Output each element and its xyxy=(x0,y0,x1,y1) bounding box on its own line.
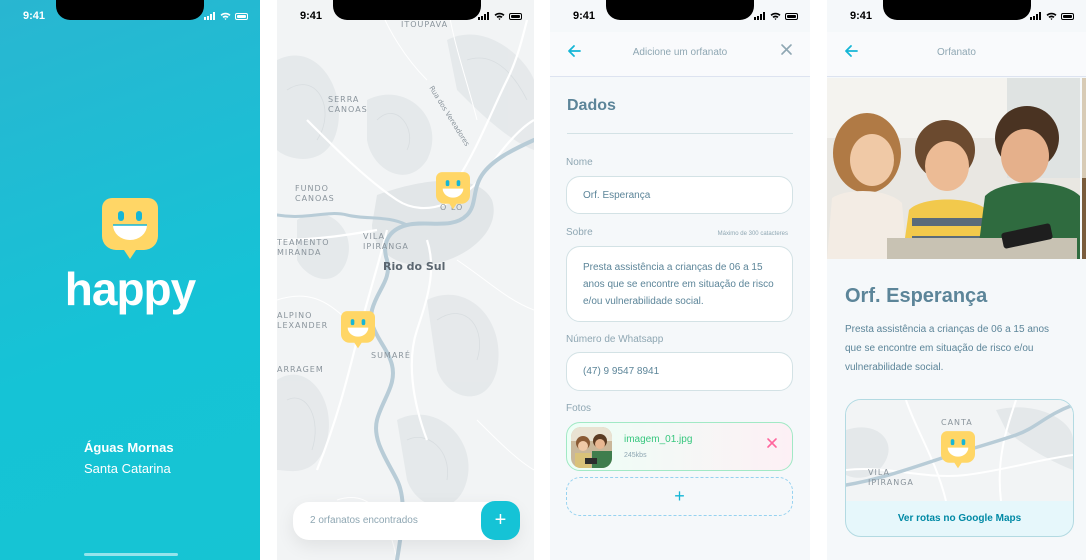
location-map-card[interactable]: CANTA VILA IPIRANGA Ver rotas no Google … xyxy=(845,399,1074,537)
page-title: Orfanato xyxy=(937,47,976,58)
google-maps-routes-link[interactable]: Ver rotas no Google Maps xyxy=(846,501,1073,536)
header: Adicione um orfanato xyxy=(550,32,810,77)
photos-label: Fotos xyxy=(566,403,592,414)
map-label-fundo-canoas: FUNDO CANOAS xyxy=(295,184,335,203)
whatsapp-field[interactable]: (47) 9 9547 8941 xyxy=(566,352,793,391)
status-time: 9:41 xyxy=(573,10,596,22)
status-icons xyxy=(478,12,522,20)
map-label-alexander: ALPINO LEXANDER xyxy=(277,311,329,330)
name-value: Orf. Esperança xyxy=(583,190,651,201)
signal-icon xyxy=(478,12,489,20)
photo-filesize: 245kbs xyxy=(624,452,647,459)
photo-item: imagem_01.jpg 245kbs xyxy=(566,422,793,471)
device-notch xyxy=(56,0,204,20)
header: Orfanato xyxy=(827,32,1086,77)
name-field[interactable]: Orf. Esperança xyxy=(566,176,793,214)
status-time: 9:41 xyxy=(23,10,46,22)
status-time: 9:41 xyxy=(300,10,323,22)
map-label-loteamento-miranda: TEAMENTO MIRANDA xyxy=(277,238,330,257)
map-label-barragem: ARRAGEM xyxy=(277,365,324,374)
wifi-icon xyxy=(1046,12,1057,20)
map-label-rio-do-sul: Rio do Sul xyxy=(383,260,446,273)
signal-icon xyxy=(204,12,215,20)
happy-logo-icon xyxy=(102,198,158,259)
name-label: Nome xyxy=(566,157,593,168)
map-label-sumare: SUMARÉ xyxy=(371,351,411,360)
section-title: Dados xyxy=(567,97,616,114)
status-icons xyxy=(1030,12,1074,20)
photo-thumbnail xyxy=(571,427,612,468)
close-icon[interactable] xyxy=(780,43,793,56)
map-screen: ITOUPAVA Rua dos Vereadores SERRA CANOAS… xyxy=(277,0,534,560)
about-field[interactable]: Presta assistência a crianças de 06 a 15… xyxy=(566,246,793,322)
status-icons xyxy=(204,12,248,20)
mini-map-label-vila-ipiranga: VILA IPIRANGA xyxy=(868,468,914,487)
about-char-hint: Máximo de 300 catacteres xyxy=(717,231,788,237)
status-bar: 9:41 xyxy=(0,0,260,32)
orphanage-photo[interactable] xyxy=(827,78,1080,259)
battery-icon xyxy=(785,12,798,20)
wifi-icon xyxy=(220,12,231,20)
device-notch xyxy=(333,0,481,20)
photo-filename: imagem_01.jpg xyxy=(624,434,693,445)
splash-screen: 9:41 happy Águas Mornas Santa Catarina xyxy=(0,0,260,560)
orphanage-pin-icon[interactable] xyxy=(436,172,470,210)
orphanage-pin-icon xyxy=(941,431,975,469)
orphanage-count-text: 2 orfanatos encontrados xyxy=(310,515,418,526)
city-name: Águas Mornas xyxy=(84,440,174,455)
device-notch xyxy=(606,0,754,20)
add-photo-button[interactable]: + xyxy=(566,477,793,516)
status-bar: 9:41 xyxy=(827,0,1086,32)
add-orphanage-screen: 9:41 Adicione um orfanato Dados Nome Orf… xyxy=(550,0,810,560)
map-label-vila-ipiranga: VILA IPIRANGA xyxy=(363,232,409,251)
whatsapp-value: (47) 9 9547 8941 xyxy=(583,366,660,377)
home-indicator xyxy=(84,553,178,556)
mini-map-label-canta: CANTA xyxy=(941,418,973,427)
orphanage-pin-icon[interactable] xyxy=(341,311,375,349)
device-notch xyxy=(883,0,1031,20)
wifi-icon xyxy=(770,12,781,20)
page-title: Adicione um orfanato xyxy=(632,47,728,58)
section-divider xyxy=(567,133,793,134)
battery-icon xyxy=(509,12,522,20)
status-bar: 9:41 xyxy=(550,0,810,32)
wifi-icon xyxy=(494,12,505,20)
state-name: Santa Catarina xyxy=(84,461,171,476)
whatsapp-label: Número de Whatsapp xyxy=(566,334,664,345)
battery-icon xyxy=(235,12,248,20)
remove-photo-icon[interactable] xyxy=(766,437,778,449)
about-label: Sobre xyxy=(566,227,593,238)
signal-icon xyxy=(1030,12,1041,20)
add-orphanage-button[interactable]: + xyxy=(481,501,520,540)
signal-icon xyxy=(754,12,765,20)
status-bar: 9:41 xyxy=(277,0,534,32)
status-icons xyxy=(754,12,798,20)
map-canvas[interactable] xyxy=(277,0,534,560)
status-time: 9:41 xyxy=(850,10,873,22)
map-label-serra-canoas: SERRA CANOAS xyxy=(328,95,368,114)
orphanage-title: Orf. Esperança xyxy=(845,285,988,307)
orphanage-detail-screen: 9:41 Orfanato Orf. Esperança Presta assi… xyxy=(827,0,1086,560)
about-value: Presta assistência a crianças de 06 a 15… xyxy=(583,262,774,307)
orphanage-photo-next[interactable] xyxy=(1082,78,1086,259)
battery-icon xyxy=(1061,12,1074,20)
brand-wordmark: happy xyxy=(64,263,196,315)
orphanage-description: Presta assistência a crianças de 06 a 15… xyxy=(845,324,1050,373)
